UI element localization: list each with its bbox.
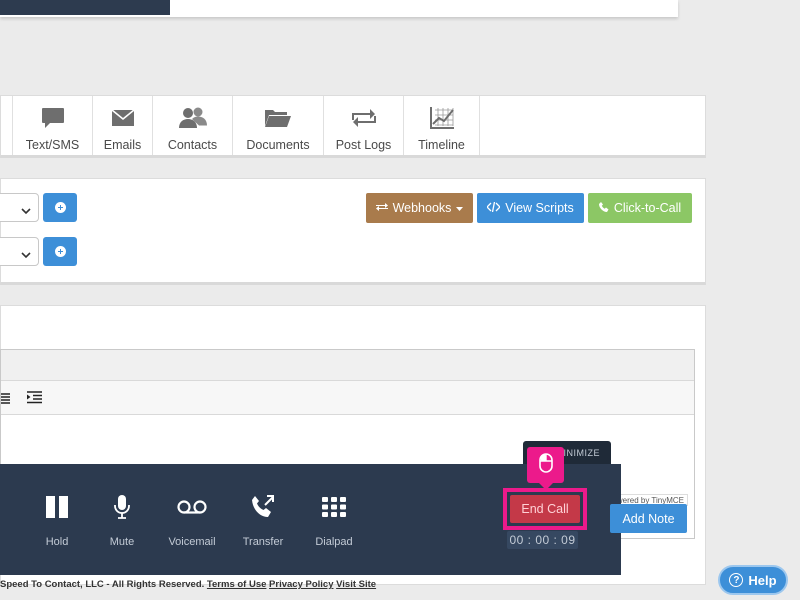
hold-button[interactable]: Hold [22,494,92,548]
contacts-icon [178,106,208,130]
help-button[interactable]: ? Help [718,565,788,595]
select-dropdown-1[interactable] [0,193,39,222]
page-footer: Speed To Contact, LLC - All Rights Reser… [0,579,376,590]
phone-forward-icon [251,494,275,520]
voicemail-label: Voicemail [168,536,216,548]
tab-timeline[interactable]: Timeline [404,96,480,155]
click-to-call-label: Click-to-Call [613,201,682,215]
align-justify-icon[interactable] [1,392,11,410]
click-indicator [527,447,564,490]
copyright-text: Speed To Contact, LLC - All Rights Reser… [0,579,205,590]
tab-label: Emails [103,138,142,152]
plus-circle-icon [54,246,66,257]
code-icon [486,201,502,215]
actions-panel: Webhooks View Scripts Click-to-Call [0,178,706,285]
top-header-dark-segment [0,0,170,15]
terms-link[interactable]: Terms of Use [207,579,266,590]
top-header-strip [0,0,678,17]
indent-icon[interactable] [27,391,43,409]
webhooks-label: Webhooks [392,201,452,215]
pause-icon [46,494,68,520]
tab-label: Text/SMS [25,138,80,152]
view-scripts-button[interactable]: View Scripts [477,193,584,223]
plus-circle-icon [54,202,66,213]
privacy-link[interactable]: Privacy Policy [269,579,333,590]
hold-label: Hold [45,536,69,548]
tab-label: Post Logs [335,138,392,152]
transfer-button[interactable]: Transfer [228,494,298,548]
folder-icon [264,106,292,130]
tab-documents[interactable]: Documents [233,96,324,155]
retweet-icon [351,106,377,130]
webhooks-button[interactable]: Webhooks [366,193,473,223]
voicemail-button[interactable]: Voicemail [157,494,227,548]
phone-icon [598,201,609,215]
mute-label: Mute [109,536,135,548]
tab-label: Timeline [418,138,465,152]
select-dropdown-2[interactable] [0,237,39,266]
dialpad-icon [322,494,346,520]
tab-emails[interactable]: Emails [93,96,153,155]
dialpad-label: Dialpad [315,536,353,548]
tab-label: Documents [246,138,310,152]
end-call-highlight: End Call [503,488,587,530]
caret-down-icon [456,201,464,215]
tab-label: Contacts [167,138,218,152]
add-button-1[interactable] [43,193,77,222]
tab-contacts[interactable]: Contacts [153,96,233,155]
add-button-2[interactable] [43,237,77,266]
contact-tabs: Text/SMS Emails Contacts Documents Post … [0,95,706,158]
tab-text-sms[interactable]: Text/SMS [13,96,93,155]
timeline-chart-icon [429,106,455,130]
end-call-button[interactable]: End Call [510,495,580,523]
chevron-down-icon [21,203,31,221]
question-icon: ? [729,573,744,587]
help-label: Help [748,572,777,588]
transfer-label: Transfer [242,536,284,548]
add-note-button[interactable]: Add Note [610,504,687,533]
view-scripts-label: View Scripts [505,201,574,215]
voicemail-icon [177,494,207,520]
tab-partial[interactable] [1,96,13,155]
microphone-icon [114,494,130,520]
exchange-icon [375,201,388,215]
mute-button[interactable]: Mute [87,494,157,548]
tab-post-logs[interactable]: Post Logs [324,96,404,155]
dialpad-button[interactable]: Dialpad [299,494,369,548]
chat-bubble-icon [41,106,65,130]
call-timer: 00 : 00 : 09 [507,531,578,549]
click-to-call-button[interactable]: Click-to-Call [588,193,692,223]
mouse-icon [538,452,553,478]
chevron-down-icon [21,247,31,265]
editor-toolbar [1,381,694,415]
editor-menubar [1,350,694,381]
visit-site-link[interactable]: Visit Site [336,579,376,590]
envelope-icon [110,106,135,130]
